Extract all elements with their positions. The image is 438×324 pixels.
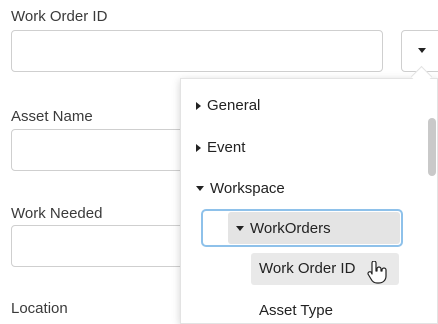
tree-item-workspace[interactable]: Workspace: [196, 180, 285, 197]
work-needed-label: Work Needed: [11, 205, 103, 222]
menu-scrollbar[interactable]: [428, 118, 436, 176]
field-picker-menu: [180, 78, 438, 324]
field-picker-dropdown-button[interactable]: [401, 30, 438, 72]
location-label: Location: [11, 300, 68, 317]
asset-name-label: Asset Name: [11, 108, 93, 125]
tree-item-asset-type[interactable]: Asset Type: [259, 302, 333, 319]
tree-item-workorders[interactable]: WorkOrders: [236, 220, 331, 237]
hand-pointer-icon: [367, 261, 387, 284]
work-order-id-label: Work Order ID: [11, 8, 108, 25]
work-order-id-input[interactable]: [11, 30, 383, 72]
caret-right-icon: [196, 143, 201, 152]
tree-item-work-order-id[interactable]: Work Order ID: [259, 260, 355, 277]
tree-item-label: Work Order ID: [259, 260, 356, 277]
caret-right-icon: [196, 101, 201, 110]
tree-item-label: WorkOrders: [250, 220, 331, 237]
caret-down-icon: [236, 226, 244, 231]
caret-down-icon: [196, 186, 204, 191]
tree-item-label: Event: [207, 139, 246, 156]
tree-item-label: General: [207, 97, 261, 114]
tree-item-label: Asset Type: [259, 302, 333, 319]
tree-item-event[interactable]: Event: [196, 139, 245, 156]
chevron-down-icon: [418, 48, 426, 53]
tree-item-label: Workspace: [210, 180, 285, 197]
tree-item-general[interactable]: General: [196, 97, 260, 114]
